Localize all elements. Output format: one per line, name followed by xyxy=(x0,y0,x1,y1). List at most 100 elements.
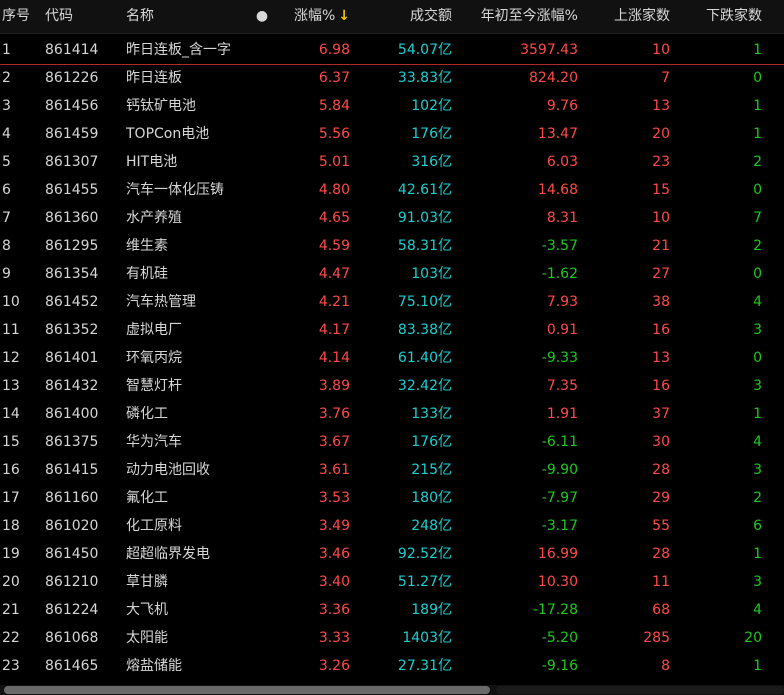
row-ytd-change: -7.97 xyxy=(541,490,578,506)
header-change-sorted[interactable]: 涨幅% ↓ xyxy=(276,0,350,33)
row-name: TOPCon电池 xyxy=(126,126,210,142)
table-row[interactable]: 2 861226 昨日连板 6.37 33.83亿 824.20 7 0 xyxy=(0,64,784,92)
header-volume[interactable]: 成交额 xyxy=(356,0,452,33)
row-ytd-change: 0.91 xyxy=(546,322,578,338)
table-row[interactable]: 21 861224 大飞机 3.36 189亿 -17.28 68 4 xyxy=(0,596,784,624)
row-name: 熔盐储能 xyxy=(126,658,182,674)
table-row[interactable]: 1 861414 昨日连板_含一字 6.98 54.07亿 3597.43 10 1 xyxy=(0,36,784,65)
row-up-count: 20 xyxy=(652,126,670,142)
row-name: 汽车一体化压铸 xyxy=(126,182,224,198)
header-down-count[interactable]: 下跌家数 xyxy=(676,0,762,33)
table-row[interactable]: 18 861020 化工原料 3.49 248亿 -3.17 55 6 xyxy=(0,512,784,540)
table-row[interactable]: 7 861360 水产养殖 4.65 91.03亿 8.31 10 7 xyxy=(0,204,784,232)
row-volume: 33.83亿 xyxy=(397,70,452,86)
row-name: 太阳能 xyxy=(126,630,168,646)
header-code[interactable]: 代码 xyxy=(45,0,115,33)
row-change: 4.59 xyxy=(318,238,350,254)
row-volume: 92.52亿 xyxy=(397,546,452,562)
table-row[interactable]: 20 861210 草甘膦 3.40 51.27亿 10.30 11 3 xyxy=(0,568,784,596)
row-index: 4 xyxy=(2,126,11,142)
header-dot-icon[interactable]: ● xyxy=(248,0,276,33)
row-down-count: 1 xyxy=(753,658,762,674)
row-up-count: 11 xyxy=(652,574,670,590)
row-code: 861226 xyxy=(45,70,99,86)
row-ytd-change: 6.03 xyxy=(546,154,578,170)
row-up-count: 55 xyxy=(652,518,670,534)
header-ytd-change[interactable]: 年初至今涨幅% xyxy=(458,0,578,33)
row-name: 环氧丙烷 xyxy=(126,350,182,366)
row-down-count: 2 xyxy=(753,490,762,506)
table-row[interactable]: 10 861452 汽车热管理 4.21 75.10亿 7.93 38 4 xyxy=(0,288,784,316)
row-code: 861401 xyxy=(45,350,99,366)
row-down-count: 3 xyxy=(753,462,762,478)
row-up-count: 285 xyxy=(643,630,670,646)
table-row[interactable]: 8 861295 维生素 4.59 58.31亿 -3.57 21 2 xyxy=(0,232,784,260)
row-down-count: 4 xyxy=(753,434,762,450)
table-row[interactable]: 11 861352 虚拟电厂 4.17 83.38亿 0.91 16 3 xyxy=(0,316,784,344)
header-index[interactable]: 序号 xyxy=(2,0,36,33)
row-name: 华为汽车 xyxy=(126,434,182,450)
row-up-count: 29 xyxy=(652,490,670,506)
row-up-count: 7 xyxy=(661,70,670,86)
table-row[interactable]: 14 861400 磷化工 3.76 133亿 1.91 37 1 xyxy=(0,400,784,428)
row-volume: 215亿 xyxy=(411,462,452,478)
row-name: 智慧灯杆 xyxy=(126,378,182,394)
table-row[interactable]: 6 861455 汽车一体化压铸 4.80 42.61亿 14.68 15 0 xyxy=(0,176,784,204)
row-change: 3.26 xyxy=(318,658,350,674)
row-up-count: 68 xyxy=(652,602,670,618)
table-row[interactable]: 5 861307 HIT电池 5.01 316亿 6.03 23 2 xyxy=(0,148,784,176)
row-down-count: 1 xyxy=(753,126,762,142)
row-change: 5.56 xyxy=(318,126,350,142)
row-name: 钙钛矿电池 xyxy=(126,98,196,114)
table-row[interactable]: 4 861459 TOPCon电池 5.56 176亿 13.47 20 1 xyxy=(0,120,784,148)
row-change: 4.47 xyxy=(318,266,350,282)
row-index: 13 xyxy=(2,378,20,394)
row-code: 861224 xyxy=(45,602,99,618)
row-name: 有机硅 xyxy=(126,266,168,282)
row-index: 17 xyxy=(2,490,20,506)
row-ytd-change: -9.90 xyxy=(541,462,578,478)
table-row[interactable]: 12 861401 环氧丙烷 4.14 61.40亿 -9.33 13 0 xyxy=(0,344,784,372)
table-row[interactable]: 13 861432 智慧灯杆 3.89 32.42亿 7.35 16 3 xyxy=(0,372,784,400)
table-row[interactable]: 23 861465 熔盐储能 3.26 27.31亿 -9.16 8 1 xyxy=(0,652,784,680)
row-up-count: 28 xyxy=(652,462,670,478)
table-row[interactable]: 17 861160 氟化工 3.53 180亿 -7.97 29 2 xyxy=(0,484,784,512)
row-down-count: 20 xyxy=(744,630,762,646)
horizontal-scrollbar[interactable] xyxy=(0,685,784,695)
row-ytd-change: 14.68 xyxy=(537,182,578,198)
row-name: 昨日连板_含一字 xyxy=(126,42,231,58)
row-index: 5 xyxy=(2,154,11,170)
table-row[interactable]: 16 861415 动力电池回收 3.61 215亿 -9.90 28 3 xyxy=(0,456,784,484)
table-row[interactable]: 19 861450 超超临界发电 3.46 92.52亿 16.99 28 1 xyxy=(0,540,784,568)
row-name: 动力电池回收 xyxy=(126,462,210,478)
row-change: 4.17 xyxy=(318,322,350,338)
row-ytd-change: -3.17 xyxy=(541,518,578,534)
row-name: 汽车热管理 xyxy=(126,294,196,310)
row-name: 虚拟电厂 xyxy=(126,322,182,338)
table-row[interactable]: 9 861354 有机硅 4.47 103亿 -1.62 27 0 xyxy=(0,260,784,288)
row-index: 14 xyxy=(2,406,20,422)
row-down-count: 0 xyxy=(753,266,762,282)
row-ytd-change: 13.47 xyxy=(537,126,578,142)
table-row[interactable]: 22 861068 太阳能 3.33 1403亿 -5.20 285 20 xyxy=(0,624,784,652)
header-up-count[interactable]: 上涨家数 xyxy=(584,0,670,33)
row-ytd-change: 16.99 xyxy=(537,546,578,562)
row-name: 超超临界发电 xyxy=(126,546,210,562)
row-ytd-change: -1.62 xyxy=(541,266,578,282)
row-change: 3.61 xyxy=(318,462,350,478)
row-index: 15 xyxy=(2,434,20,450)
row-volume: 51.27亿 xyxy=(397,574,452,590)
row-code: 861456 xyxy=(45,98,99,114)
row-name: 磷化工 xyxy=(126,406,168,422)
table-row[interactable]: 3 861456 钙钛矿电池 5.84 102亿 9.76 13 1 xyxy=(0,92,784,120)
scrollbar-thumb[interactable] xyxy=(4,686,490,694)
table-row[interactable]: 15 861375 华为汽车 3.67 176亿 -6.11 30 4 xyxy=(0,428,784,456)
row-index: 23 xyxy=(2,658,20,674)
row-up-count: 27 xyxy=(652,266,670,282)
row-code: 861360 xyxy=(45,210,99,226)
row-code: 861459 xyxy=(45,126,99,142)
row-index: 11 xyxy=(2,322,20,338)
header-name[interactable]: 名称 xyxy=(126,0,266,33)
row-ytd-change: 824.20 xyxy=(529,70,578,86)
row-ytd-change: -6.11 xyxy=(541,434,578,450)
